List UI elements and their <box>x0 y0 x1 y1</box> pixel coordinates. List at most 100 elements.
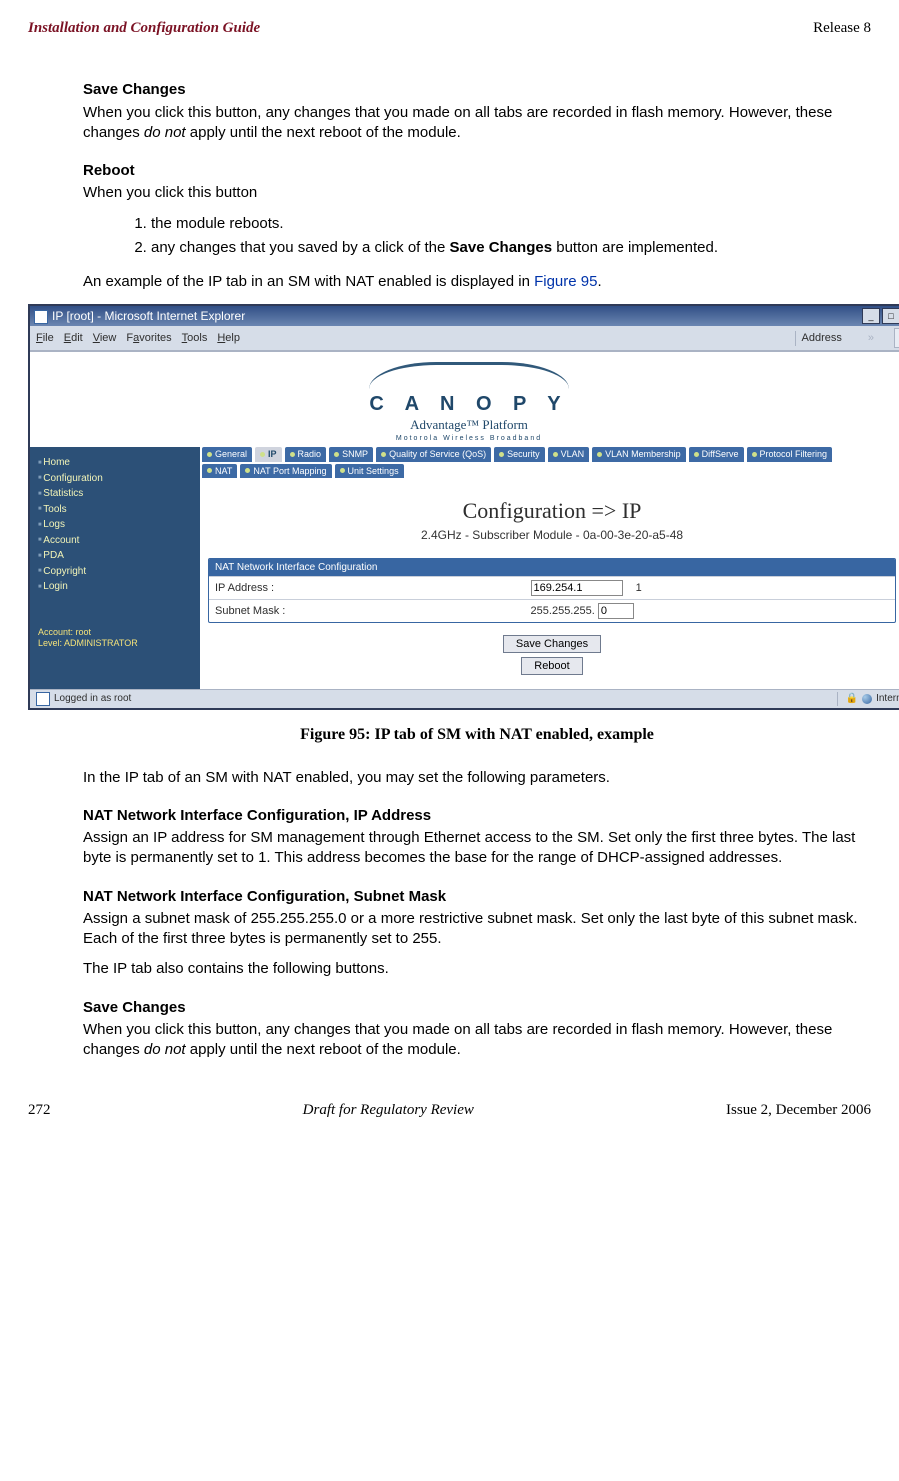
emphasis: do not <box>144 1041 186 1058</box>
text: . <box>597 273 601 290</box>
ip-last-octet: 1 <box>636 582 642 594</box>
tab-indicator-icon <box>553 452 558 457</box>
reboot-list: the module reboots. any changes that you… <box>83 214 871 259</box>
sidebar-item[interactable]: Home <box>38 455 194 471</box>
doc-title: Installation and Configuration Guide <box>28 18 260 38</box>
menu-tools[interactable]: Tools <box>182 331 208 346</box>
tab-label: Security <box>507 448 540 460</box>
ip-address-input[interactable] <box>531 580 623 596</box>
emphasis: do not <box>144 124 186 141</box>
sidebar-item[interactable]: Login <box>38 579 194 595</box>
example-line: An example of the IP tab in an SM with N… <box>83 272 871 292</box>
sidebar-list: HomeConfigurationStatisticsToolsLogsAcco… <box>38 455 194 595</box>
figure-caption: Figure 95: IP tab of SM with NAT enabled… <box>83 724 871 746</box>
address-label: Address <box>795 331 848 346</box>
sidebar-item[interactable]: Statistics <box>38 486 194 502</box>
sidebar-item[interactable]: Account <box>38 533 194 549</box>
tab-label: NAT Port Mapping <box>253 465 326 477</box>
menu-edit[interactable]: Edit <box>64 331 83 346</box>
ip-address-label: IP Address : <box>209 577 525 600</box>
config-tab[interactable]: IP <box>255 447 282 461</box>
save-changes-button[interactable]: Save Changes <box>503 635 601 653</box>
tab-indicator-icon <box>694 452 699 457</box>
config-tab[interactable]: General <box>202 447 252 461</box>
sidebar-item[interactable]: PDA <box>38 548 194 564</box>
nat-ip-heading: NAT Network Interface Configuration, IP … <box>83 806 871 826</box>
save-changes-heading-2: Save Changes <box>83 998 871 1018</box>
tab-label: SNMP <box>342 448 368 460</box>
tab-label: NAT <box>215 465 232 477</box>
table-row: IP Address : 1 <box>209 577 895 600</box>
config-tab[interactable]: VLAN Membership <box>592 447 686 461</box>
account-user: Account: root <box>38 627 194 638</box>
after-figure-text: In the IP tab of an SM with NAT enabled,… <box>83 768 871 788</box>
minimize-button[interactable]: _ <box>862 308 880 324</box>
page-header: Installation and Configuration Guide Rel… <box>28 18 871 38</box>
sidebar-item[interactable]: Tools <box>38 502 194 518</box>
config-page-title: Configuration => IP <box>202 496 899 526</box>
nat-ip-body: Assign an IP address for SM management t… <box>83 828 871 869</box>
text: An example of the IP tab in an SM with N… <box>83 273 534 290</box>
account-level: Level: ADMINISTRATOR <box>38 638 194 649</box>
save-changes-body-2: When you click this button, any changes … <box>83 1020 871 1061</box>
tab-indicator-icon <box>752 452 757 457</box>
tab-label: Quality of Service (QoS) <box>389 448 486 460</box>
tab-indicator-icon <box>381 452 386 457</box>
release-label: Release 8 <box>813 18 871 38</box>
text: apply until the next reboot of the modul… <box>186 1041 461 1058</box>
button-row: Save Changes Reboot <box>202 633 899 677</box>
config-tab[interactable]: Quality of Service (QoS) <box>376 447 491 461</box>
tab-label: General <box>215 448 247 460</box>
reboot-heading: Reboot <box>83 161 871 181</box>
text: any changes that you saved by a click of… <box>151 239 450 256</box>
ie-page-icon <box>34 310 48 324</box>
status-zone: 🔒 Internet <box>837 692 899 706</box>
nat-config-panel: NAT Network Interface Configuration IP A… <box>208 558 896 624</box>
config-table: IP Address : 1 Subnet Mask : <box>209 576 895 622</box>
subnet-mask-label: Subnet Mask : <box>209 600 525 623</box>
config-tab[interactable]: Radio <box>285 447 327 461</box>
config-tab[interactable]: NAT <box>202 464 237 478</box>
config-tab[interactable]: SNMP <box>329 447 373 461</box>
config-tab[interactable]: Security <box>494 447 545 461</box>
logo-swoosh-icon <box>369 362 569 389</box>
tab-label: Unit Settings <box>348 465 399 477</box>
tab-indicator-icon <box>207 468 212 473</box>
ie-viewport: C A N O P Y Advantage™ Platform Motorola… <box>30 351 899 689</box>
config-tab[interactable]: VLAN <box>548 447 590 461</box>
ie-menubar: File Edit View Favorites Tools Help Addr… <box>30 326 899 351</box>
figure-screenshot: IP [root] - Microsoft Internet Explorer … <box>28 304 899 710</box>
list-item: any changes that you saved by a click of… <box>151 238 871 258</box>
tab-label: IP <box>268 448 277 460</box>
sidebar-item[interactable]: Logs <box>38 517 194 533</box>
footer-center: Draft for Regulatory Review <box>303 1100 474 1120</box>
menu-help[interactable]: Help <box>217 331 240 346</box>
ie-statusbar: Logged in as root 🔒 Internet <box>30 689 899 708</box>
sidebar-item[interactable]: Copyright <box>38 564 194 580</box>
figure-link[interactable]: Figure 95 <box>534 273 597 290</box>
reboot-intro: When you click this button <box>83 183 871 203</box>
menu-file[interactable]: File <box>36 331 54 346</box>
maximize-button[interactable]: □ <box>882 308 899 324</box>
tab-label: DiffServe <box>702 448 739 460</box>
config-tab[interactable]: NAT Port Mapping <box>240 464 331 478</box>
reboot-button[interactable]: Reboot <box>521 657 582 675</box>
menu-view[interactable]: View <box>93 331 117 346</box>
internet-zone-icon <box>862 694 872 704</box>
tab-indicator-icon <box>499 452 504 457</box>
config-tab[interactable]: DiffServe <box>689 447 744 461</box>
config-tab[interactable]: Unit Settings <box>335 464 404 478</box>
app-body: HomeConfigurationStatisticsToolsLogsAcco… <box>30 447 899 689</box>
logo-subtitle: Motorola Wireless Broadband <box>30 434 899 443</box>
menu-favorites[interactable]: Favorites <box>126 331 171 346</box>
ip-address-value-cell: 1 <box>525 577 895 600</box>
sidebar-item[interactable]: Configuration <box>38 471 194 487</box>
subnet-mask-input[interactable] <box>598 603 634 619</box>
tab-label: VLAN <box>561 448 585 460</box>
tab-label: Protocol Filtering <box>760 448 828 460</box>
save-changes-heading-1: Save Changes <box>83 80 871 100</box>
text: apply until the next reboot of the modul… <box>186 124 461 141</box>
config-tab[interactable]: Protocol Filtering <box>747 447 833 461</box>
status-zone-text: Internet <box>876 692 899 706</box>
address-chevron-icon[interactable]: » <box>858 331 884 346</box>
